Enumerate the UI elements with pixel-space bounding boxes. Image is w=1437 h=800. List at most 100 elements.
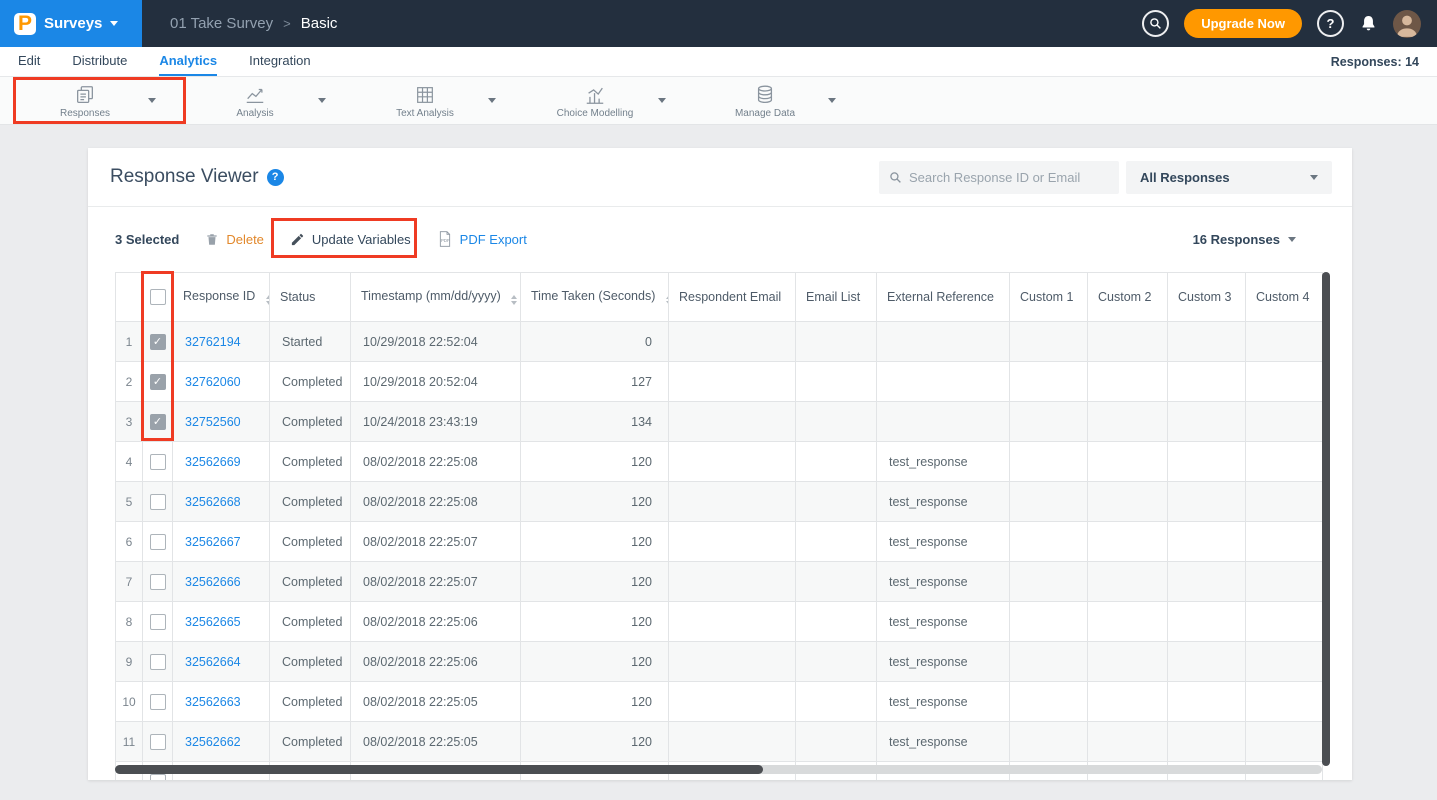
- row-checkbox[interactable]: [150, 614, 166, 630]
- row-checkbox[interactable]: [150, 414, 166, 430]
- toolbar-item-text-analysis[interactable]: Text Analysis: [340, 77, 510, 125]
- custom-2-cell: [1088, 522, 1168, 562]
- row-number: 3: [116, 402, 143, 442]
- toolbar-item-manage-data[interactable]: Manage Data: [680, 77, 850, 125]
- external-reference-cell: [877, 402, 1010, 442]
- row-checkbox[interactable]: [150, 534, 166, 550]
- custom-1-cell: [1010, 402, 1088, 442]
- row-checkbox[interactable]: [150, 574, 166, 590]
- response-id-link[interactable]: 32762194: [185, 335, 241, 349]
- col-response-id[interactable]: Response ID: [173, 273, 270, 322]
- custom-1-cell: [1010, 642, 1088, 682]
- row-checkbox[interactable]: [150, 334, 166, 350]
- text-analysis-icon: [414, 84, 436, 106]
- help-badge-icon[interactable]: ?: [267, 169, 284, 186]
- pdf-export-button[interactable]: PDF PDF Export: [437, 230, 527, 248]
- bell-icon[interactable]: [1359, 14, 1378, 33]
- response-id-link[interactable]: 32562663: [185, 695, 241, 709]
- row-checkbox[interactable]: [150, 774, 166, 781]
- tab-integration[interactable]: Integration: [249, 47, 310, 76]
- update-variables-button[interactable]: Update Variables: [290, 232, 411, 247]
- custom-3-cell: [1168, 602, 1246, 642]
- row-checkbox[interactable]: [150, 374, 166, 390]
- chevron-down-icon[interactable]: [658, 98, 666, 103]
- row-number: 1: [116, 322, 143, 362]
- email-list-cell: [796, 562, 877, 602]
- toolbar-item-choice-modelling[interactable]: Choice Modelling: [510, 77, 680, 125]
- response-filter-dropdown[interactable]: All Responses: [1126, 161, 1332, 194]
- response-id-cell: 32562667: [173, 522, 270, 562]
- response-id-link[interactable]: 32562662: [185, 735, 241, 749]
- toolbar-label-analysis: Analysis: [236, 108, 273, 119]
- response-id-cell: 32562662: [173, 722, 270, 762]
- upgrade-button[interactable]: Upgrade Now: [1184, 9, 1302, 38]
- timestamp-cell: 08/02/2018 22:25:07: [351, 522, 521, 562]
- response-id-cell: 32562666: [173, 562, 270, 602]
- external-reference-cell: test_response: [877, 602, 1010, 642]
- response-id-link[interactable]: 32752560: [185, 415, 241, 429]
- row-checkbox[interactable]: [150, 454, 166, 470]
- response-id-link[interactable]: 32562666: [185, 575, 241, 589]
- response-id-link[interactable]: 32562668: [185, 495, 241, 509]
- toolbar-item-analysis[interactable]: Analysis: [170, 77, 340, 125]
- trash-icon: [205, 232, 219, 247]
- custom-1-cell: [1010, 322, 1088, 362]
- responses-page-dropdown[interactable]: 16 Responses: [1193, 232, 1296, 247]
- custom-1-cell: [1010, 362, 1088, 402]
- time-taken-cell: 127: [521, 362, 669, 402]
- table-body: 1 32762194 Started 10/29/2018 22:52:04 0…: [116, 322, 1323, 781]
- vertical-scrollbar[interactable]: [1322, 272, 1330, 766]
- timestamp-cell: 08/02/2018 22:25:05: [351, 722, 521, 762]
- toolbar-item-responses[interactable]: Responses: [0, 77, 170, 125]
- col-respondent-email: Respondent Email: [669, 273, 796, 322]
- choice-modelling-icon: [584, 84, 606, 106]
- delete-button[interactable]: Delete: [205, 232, 264, 247]
- tab-edit[interactable]: Edit: [18, 47, 40, 76]
- sort-icon[interactable]: [511, 295, 517, 305]
- horizontal-scrollbar-thumb[interactable]: [115, 765, 763, 774]
- search-icon[interactable]: [1142, 10, 1169, 37]
- horizontal-scrollbar-track[interactable]: [115, 765, 1322, 774]
- response-id-link[interactable]: 32562667: [185, 535, 241, 549]
- custom-1-cell: [1010, 722, 1088, 762]
- chevron-down-icon[interactable]: [148, 98, 156, 103]
- custom-1-cell: [1010, 682, 1088, 722]
- row-number: 8: [116, 602, 143, 642]
- row-checkbox-cell: [143, 442, 173, 482]
- response-id-link[interactable]: 32562665: [185, 615, 241, 629]
- email-list-cell: [796, 322, 877, 362]
- external-reference-cell: [877, 362, 1010, 402]
- tab-distribute[interactable]: Distribute: [72, 47, 127, 76]
- breadcrumb-survey-name[interactable]: 01 Take Survey: [170, 15, 273, 32]
- custom-3-cell: [1168, 522, 1246, 562]
- col-time-taken[interactable]: Time Taken (Seconds): [521, 273, 669, 322]
- email-list-cell: [796, 522, 877, 562]
- custom-3-cell: [1168, 362, 1246, 402]
- row-checkbox-cell: [143, 362, 173, 402]
- select-all-checkbox[interactable]: [150, 289, 166, 305]
- row-checkbox-cell: [143, 322, 173, 362]
- chevron-down-icon[interactable]: [318, 98, 326, 103]
- row-checkbox[interactable]: [150, 734, 166, 750]
- tab-analytics[interactable]: Analytics: [159, 47, 217, 76]
- col-custom-4: Custom 4: [1246, 273, 1323, 322]
- time-taken-cell: 134: [521, 402, 669, 442]
- responses-icon: [74, 84, 96, 106]
- row-checkbox[interactable]: [150, 654, 166, 670]
- search-input[interactable]: [909, 170, 1109, 185]
- avatar[interactable]: [1393, 10, 1421, 38]
- col-timestamp[interactable]: Timestamp (mm/dd/yyyy): [351, 273, 521, 322]
- response-id-link[interactable]: 32562669: [185, 455, 241, 469]
- sort-icon[interactable]: [266, 295, 270, 305]
- response-id-link[interactable]: 32762060: [185, 375, 241, 389]
- topbar-actions: Upgrade Now ?: [1142, 9, 1437, 38]
- row-checkbox[interactable]: [150, 694, 166, 710]
- surveys-menu[interactable]: P Surveys: [0, 0, 142, 47]
- app: P Surveys 01 Take Survey > Basic Upgrade…: [0, 0, 1437, 800]
- time-taken-cell: 120: [521, 562, 669, 602]
- chevron-down-icon[interactable]: [828, 98, 836, 103]
- help-icon[interactable]: ?: [1317, 10, 1344, 37]
- response-id-link[interactable]: 32562664: [185, 655, 241, 669]
- row-checkbox[interactable]: [150, 494, 166, 510]
- chevron-down-icon[interactable]: [488, 98, 496, 103]
